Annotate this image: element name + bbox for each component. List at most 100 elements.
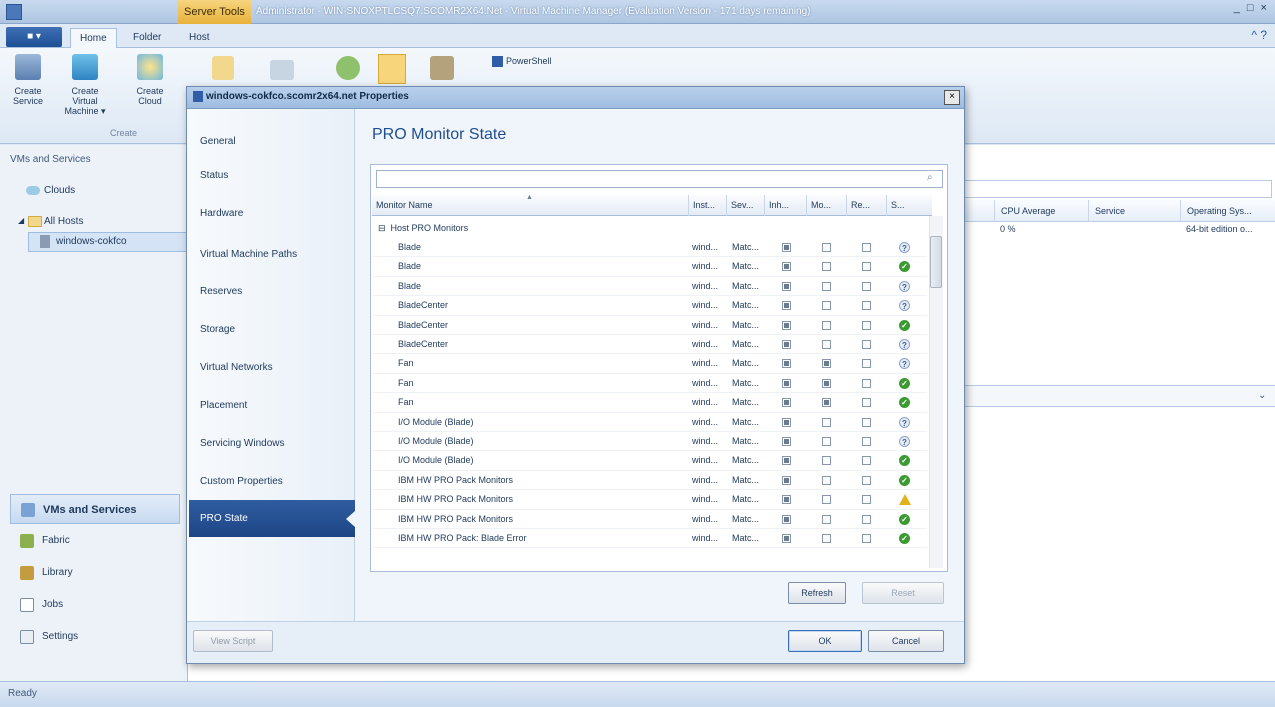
help-icon[interactable]: ^ ? [1251, 28, 1267, 42]
collapse-icon[interactable]: ⊟ [378, 223, 391, 233]
table-row[interactable]: Fan wind... Matc... ✓ [372, 374, 927, 394]
table-row[interactable]: BladeCenter wind... Matc...? [372, 335, 927, 355]
create-vm-button[interactable]: Create Virtual Machine ▾ [58, 54, 112, 116]
monitored-checkbox[interactable] [822, 378, 831, 388]
monitored-checkbox[interactable] [822, 281, 831, 291]
file-menu-button[interactable]: ■ ▾ [6, 27, 62, 47]
view-script-button[interactable]: View Script [193, 630, 273, 652]
remediate-checkbox[interactable] [862, 514, 871, 524]
remediate-checkbox[interactable] [862, 340, 871, 349]
remediate-checkbox[interactable] [862, 437, 871, 446]
remediate-checkbox[interactable] [862, 475, 871, 485]
inherited-checkbox[interactable] [782, 320, 791, 330]
dialog-nav-pro-state[interactable]: PRO State [189, 500, 355, 537]
inherited-checkbox[interactable] [782, 301, 791, 311]
folder-icon[interactable] [212, 56, 234, 80]
tree-item-host[interactable]: windows-cokfco [56, 236, 127, 247]
table-row[interactable]: Fan wind... Matc... ✓ [372, 393, 927, 413]
search-icon[interactable]: ⌕ [927, 172, 933, 183]
table-row[interactable]: I/O Module (Blade) wind... Matc...? [372, 413, 927, 432]
monitored-checkbox[interactable] [822, 359, 831, 369]
inherited-checkbox[interactable] [782, 417, 791, 427]
remediate-checkbox[interactable] [862, 534, 871, 543]
refresh-button[interactable]: Refresh [788, 582, 846, 604]
remediate-checkbox[interactable] [862, 301, 871, 311]
remediate-checkbox[interactable] [862, 359, 871, 369]
table-row[interactable]: IBM HW PRO Pack Monitors wind... Matc... ✓ [372, 510, 927, 529]
inherited-checkbox[interactable] [782, 456, 791, 466]
monitored-checkbox[interactable] [822, 456, 831, 466]
table-row[interactable]: BladeCenter wind... Matc...? [372, 296, 927, 316]
monitored-checkbox[interactable] [822, 340, 831, 349]
remediate-checkbox[interactable] [862, 243, 871, 252]
tab-folder[interactable]: Folder [124, 28, 170, 48]
inherited-checkbox[interactable] [782, 437, 791, 446]
monitored-checkbox[interactable] [822, 475, 831, 485]
table-row[interactable]: IBM HW PRO Pack: Blade Error wind... Matc.… [372, 529, 927, 549]
chevron-down-icon[interactable]: ⌄ [1258, 390, 1266, 401]
dialog-nav-placement[interactable]: Placement [200, 400, 247, 411]
monitored-checkbox[interactable] [822, 398, 831, 408]
remediate-checkbox[interactable] [862, 262, 871, 272]
create-service-button[interactable]: Create Service [4, 54, 52, 106]
table-row[interactable]: Blade wind... Matc...? [372, 238, 927, 258]
table-row[interactable]: Blade wind... Matc...? [372, 277, 927, 297]
workspace-jobs[interactable]: Jobs [10, 590, 180, 620]
inherited-checkbox[interactable] [782, 398, 791, 408]
workspace-fabric[interactable]: Fabric [10, 526, 180, 556]
remediate-checkbox[interactable] [862, 456, 871, 466]
dialog-nav-storage[interactable]: Storage [200, 324, 235, 335]
app-icon[interactable] [6, 4, 22, 20]
monitored-checkbox[interactable] [822, 262, 831, 272]
column-inherited[interactable]: Inh... [764, 195, 806, 216]
window-controls[interactable]: _ □ × [1234, 2, 1269, 14]
cancel-button[interactable]: Cancel [868, 630, 944, 652]
column-severity[interactable]: Sev... [726, 195, 764, 216]
remediate-checkbox[interactable] [862, 320, 871, 330]
column-operating-system[interactable]: Operating Sys... [1180, 200, 1252, 222]
monitored-checkbox[interactable] [822, 437, 831, 446]
column-remediate[interactable]: Re... [846, 195, 886, 216]
remediate-checkbox[interactable] [862, 378, 871, 388]
monitored-checkbox[interactable] [822, 243, 831, 252]
dialog-nav-servicing-windows[interactable]: Servicing Windows [200, 438, 284, 449]
workspace-settings[interactable]: Settings [10, 622, 180, 652]
column-monitored[interactable]: Mo... [806, 195, 846, 216]
column-state[interactable]: S... [886, 195, 930, 216]
table-row[interactable]: Fan wind... Matc...? [372, 354, 927, 374]
create-cloud-button[interactable]: Create Cloud [134, 54, 166, 106]
expand-arrow-icon[interactable]: ◢ [18, 216, 24, 225]
refresh-icon[interactable] [270, 60, 294, 80]
dialog-nav-vm-paths[interactable]: Virtual Machine Paths [200, 249, 297, 260]
inherited-checkbox[interactable] [782, 495, 791, 505]
globe-icon[interactable] [336, 56, 360, 80]
monitored-checkbox[interactable] [822, 534, 831, 543]
table-row[interactable]: I/O Module (Blade) wind... Matc... ✓ [372, 451, 927, 471]
tab-home[interactable]: Home [70, 28, 117, 48]
workspace-vms-and-services[interactable]: VMs and Services [10, 494, 180, 524]
inherited-checkbox[interactable] [782, 475, 791, 485]
tree-item-clouds[interactable]: Clouds [44, 185, 75, 196]
table-row[interactable]: IBM HW PRO Pack Monitors wind... Matc... [372, 490, 927, 510]
group-header-row[interactable]: ⊟ Host PRO Monitors [372, 219, 927, 237]
inherited-checkbox[interactable] [782, 514, 791, 524]
dialog-nav-custom-properties[interactable]: Custom Properties [200, 476, 283, 487]
monitor-search-input[interactable] [376, 170, 943, 188]
table-row[interactable]: I/O Module (Blade) wind... Matc...? [372, 432, 927, 452]
inherited-checkbox[interactable] [782, 243, 791, 252]
tab-host[interactable]: Host [180, 28, 219, 48]
powershell-button[interactable]: PowerShell [506, 56, 552, 66]
monitored-checkbox[interactable] [822, 320, 831, 330]
close-icon[interactable]: × [944, 90, 960, 105]
inherited-checkbox[interactable] [782, 534, 791, 543]
main-search-input[interactable] [960, 180, 1272, 198]
column-cpu-average[interactable]: CPU Average [994, 200, 1055, 222]
monitored-checkbox[interactable] [822, 495, 831, 505]
remediate-checkbox[interactable] [862, 398, 871, 408]
inherited-checkbox[interactable] [782, 281, 791, 291]
monitored-checkbox[interactable] [822, 514, 831, 524]
remediate-checkbox[interactable] [862, 281, 871, 291]
inherited-checkbox[interactable] [782, 340, 791, 349]
manage-icon[interactable] [430, 56, 454, 80]
details-pane-splitter[interactable] [960, 385, 1275, 407]
